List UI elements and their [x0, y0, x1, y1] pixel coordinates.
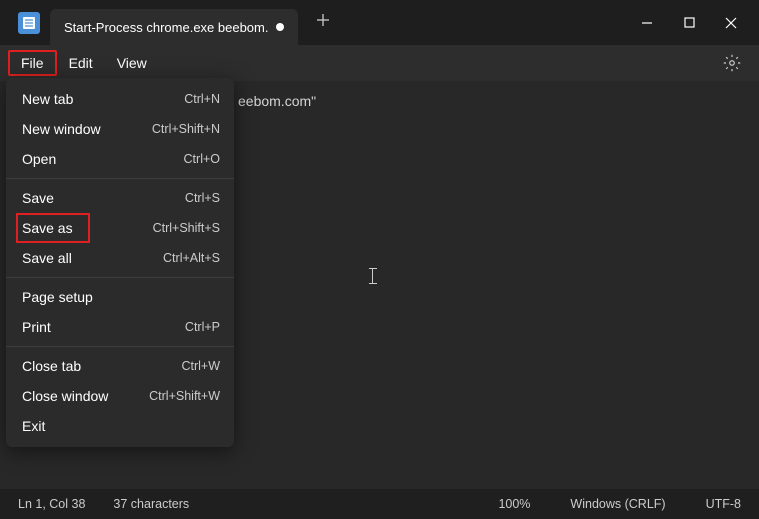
editor-text-fragment: eebom.com": [238, 93, 316, 109]
separator: [6, 277, 234, 278]
menu-exit[interactable]: Exit: [6, 411, 234, 441]
menu-file[interactable]: File: [8, 50, 57, 76]
menu-save-all[interactable]: Save allCtrl+Alt+S: [6, 243, 234, 273]
menu-print[interactable]: PrintCtrl+P: [6, 312, 234, 342]
menu-page-setup[interactable]: Page setup: [6, 282, 234, 312]
menu-save-as[interactable]: Save asCtrl+Shift+S: [6, 213, 234, 243]
status-position[interactable]: Ln 1, Col 38: [18, 497, 85, 511]
menu-open[interactable]: OpenCtrl+O: [6, 144, 234, 174]
menu-close-tab[interactable]: Close tabCtrl+W: [6, 351, 234, 381]
menubar: File Edit View: [0, 45, 759, 81]
separator: [6, 346, 234, 347]
titlebar: Start-Process chrome.exe beebom.: [0, 0, 759, 45]
menu-edit[interactable]: Edit: [57, 51, 105, 75]
tab-title: Start-Process chrome.exe beebom.: [64, 20, 268, 35]
menu-view[interactable]: View: [105, 51, 159, 75]
status-char-count: 37 characters: [113, 497, 189, 511]
file-menu-dropdown: New tabCtrl+N New windowCtrl+Shift+N Ope…: [6, 78, 234, 447]
close-button[interactable]: [711, 8, 751, 38]
status-zoom[interactable]: 100%: [498, 497, 530, 511]
app-icon: [18, 12, 40, 34]
menu-new-window[interactable]: New windowCtrl+Shift+N: [6, 114, 234, 144]
status-eol[interactable]: Windows (CRLF): [570, 497, 665, 511]
unsaved-indicator-icon: [276, 23, 284, 31]
status-encoding[interactable]: UTF-8: [706, 497, 741, 511]
minimize-button[interactable]: [627, 8, 667, 38]
menu-new-tab[interactable]: New tabCtrl+N: [6, 84, 234, 114]
new-tab-button[interactable]: [316, 13, 330, 32]
statusbar: Ln 1, Col 38 37 characters 100% Windows …: [0, 489, 759, 519]
tab-active[interactable]: Start-Process chrome.exe beebom.: [50, 9, 298, 45]
menu-save[interactable]: SaveCtrl+S: [6, 183, 234, 213]
menu-close-window[interactable]: Close windowCtrl+Shift+W: [6, 381, 234, 411]
separator: [6, 178, 234, 179]
maximize-button[interactable]: [669, 8, 709, 38]
window-controls: [627, 8, 751, 38]
settings-button[interactable]: [719, 50, 745, 76]
